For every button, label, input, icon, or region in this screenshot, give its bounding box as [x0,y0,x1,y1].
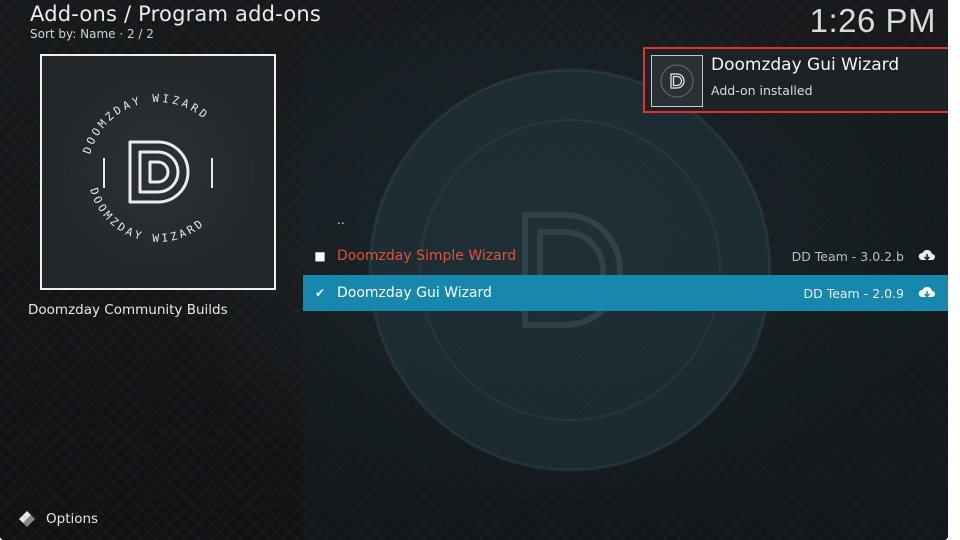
list-item-name: Doomzday Gui Wizard [337,285,492,301]
doomzday-logo-icon [660,64,694,98]
list-item-simple-wizard[interactable]: ■ Doomzday Simple Wizard DD Team - 3.0.2… [303,238,948,274]
svg-text:DOOMZDAY WIZARD: DOOMZDAY WIZARD [87,186,207,245]
cloud-download-icon [914,249,940,263]
logo-text-bottom: DOOMZDAY WIZARD [87,186,204,245]
options-label: Options [46,511,99,527]
kodi-screen: Add-ons / Program add-ons Sort by: Name … [0,0,948,540]
sort-info: Sort by: Name · 2 / 2 [30,27,154,41]
list-item-name: .. [337,213,345,227]
doomzday-logo-icon: DOOMZDAY WIZARD DOOMZDAY WIZARD [81,92,213,245]
list-item-version: DD Team - 2.0.9 [803,285,904,301]
list-item-parent[interactable]: .. [303,202,948,238]
checkmark-icon: ✔ [314,286,326,300]
notification-message: Add-on installed [711,83,813,98]
options-diamond-icon [19,511,35,527]
list-item-version: DD Team - 3.0.2.b [791,248,904,264]
options-button[interactable]: Options [18,510,98,528]
page-title: Add-ons / Program add-ons [30,2,322,26]
cloud-download-icon [914,286,940,300]
logo-text-top: DOOMZDAY WIZARD [81,92,209,156]
list-item-name: Doomzday Simple Wizard [337,248,517,264]
addon-thumbnail: DOOMZDAY WIZARD DOOMZDAY WIZARD [40,54,276,290]
square-bullet-icon: ■ [314,249,326,263]
notification-title: Doomzday Gui Wizard [711,55,900,75]
addon-description: Doomzday Community Builds [28,302,228,318]
notification-toast: Doomzday Gui Wizard Add-on installed [643,47,948,113]
list-item-gui-wizard[interactable]: ✔ Doomzday Gui Wizard DD Team - 2.0.9 [303,275,948,311]
notification-thumbnail [651,55,703,107]
clock: 1:26 PM [809,2,936,39]
svg-text:DOOMZDAY WIZARD: DOOMZDAY WIZARD [81,92,212,156]
